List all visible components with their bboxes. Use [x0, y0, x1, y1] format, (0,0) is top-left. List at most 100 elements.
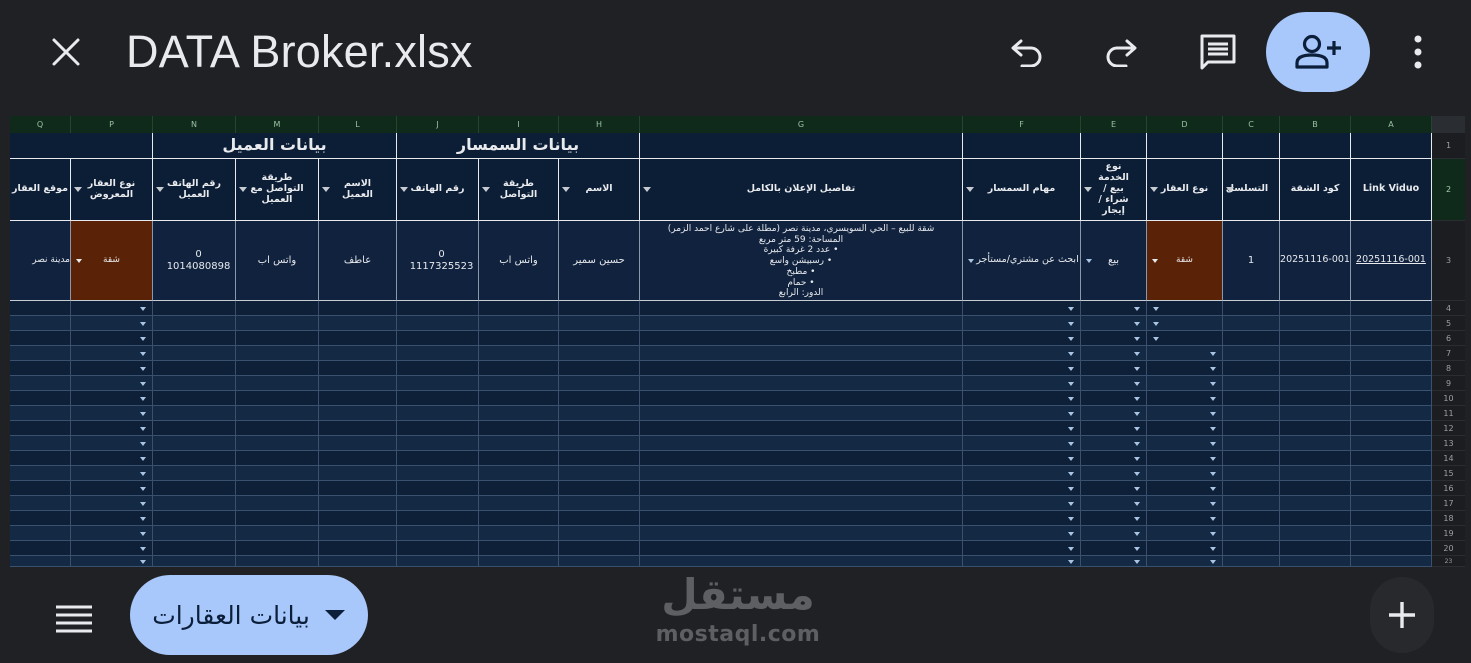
empty-cell[interactable] [1280, 361, 1351, 375]
dropdown-icon[interactable] [1152, 259, 1158, 263]
group-header-empty[interactable] [1223, 133, 1280, 159]
empty-cell[interactable] [559, 451, 640, 465]
empty-cell[interactable] [1351, 301, 1432, 315]
empty-cell[interactable] [1081, 361, 1147, 375]
cell-broker-contact-method[interactable]: واتس اب [479, 221, 559, 301]
empty-cell[interactable] [1081, 556, 1147, 566]
empty-cell[interactable] [10, 406, 71, 420]
empty-cell[interactable] [1147, 406, 1223, 420]
header-broker-phone[interactable]: رقم الهاتف [397, 159, 479, 221]
dropdown-icon[interactable] [140, 426, 146, 431]
column-header-j[interactable]: J [397, 116, 479, 133]
dropdown-icon[interactable] [1068, 321, 1074, 326]
dropdown-icon[interactable] [1068, 559, 1074, 564]
row-header[interactable]: 12 [1432, 421, 1465, 436]
empty-cell[interactable] [319, 466, 397, 480]
empty-cell[interactable] [236, 406, 319, 420]
empty-cell[interactable] [153, 316, 236, 330]
group-header-broker[interactable]: بيانات السمسار [397, 133, 640, 159]
empty-cell[interactable] [1280, 346, 1351, 360]
empty-cell[interactable] [397, 466, 479, 480]
empty-cell[interactable] [1081, 526, 1147, 540]
dropdown-icon[interactable] [1134, 516, 1140, 521]
dropdown-icon[interactable] [1210, 411, 1216, 416]
dropdown-icon[interactable] [1068, 426, 1074, 431]
dropdown-icon[interactable] [1153, 336, 1159, 341]
empty-cell[interactable] [71, 466, 153, 480]
row-header[interactable]: 18 [1432, 511, 1465, 526]
dropdown-icon[interactable] [1210, 426, 1216, 431]
empty-cell[interactable] [963, 556, 1081, 566]
header-video-link[interactable]: Link Viduo [1351, 159, 1432, 221]
header-client-phone[interactable]: رقم الهاتف العميل [153, 159, 236, 221]
empty-cell[interactable] [319, 316, 397, 330]
empty-cell[interactable] [1081, 451, 1147, 465]
row-header[interactable]: 17 [1432, 496, 1465, 511]
dropdown-icon[interactable] [1068, 351, 1074, 356]
empty-cell[interactable] [963, 496, 1081, 510]
dropdown-icon[interactable] [1210, 501, 1216, 506]
close-button[interactable] [38, 24, 94, 80]
empty-cell[interactable] [10, 556, 71, 566]
dropdown-icon[interactable] [1210, 381, 1216, 386]
empty-cell[interactable] [479, 451, 559, 465]
row-header[interactable]: 10 [1432, 391, 1465, 406]
empty-cell[interactable] [1081, 316, 1147, 330]
cell-client-name[interactable]: عاطف [319, 221, 397, 301]
row-header[interactable]: 5 [1432, 316, 1465, 331]
filter-icon[interactable] [239, 186, 247, 192]
empty-cell[interactable] [1081, 406, 1147, 420]
column-header-n[interactable]: N [153, 116, 236, 133]
more-options-button[interactable] [1388, 22, 1448, 82]
dropdown-icon[interactable] [140, 321, 146, 326]
empty-cell[interactable] [963, 481, 1081, 495]
row-header[interactable]: 13 [1432, 436, 1465, 451]
empty-cell[interactable] [319, 526, 397, 540]
header-property-type[interactable]: نوع العقار [1147, 159, 1223, 221]
dropdown-icon[interactable] [1134, 366, 1140, 371]
empty-cell[interactable] [153, 361, 236, 375]
empty-cell[interactable] [963, 436, 1081, 450]
empty-cell[interactable] [963, 526, 1081, 540]
empty-cell[interactable] [153, 391, 236, 405]
empty-cell[interactable] [153, 511, 236, 525]
cell-service-type[interactable]: بيع [1081, 221, 1147, 301]
empty-cell[interactable] [236, 481, 319, 495]
dropdown-icon[interactable] [1134, 456, 1140, 461]
dropdown-icon[interactable] [1068, 471, 1074, 476]
dropdown-icon[interactable] [1068, 531, 1074, 536]
empty-cell[interactable] [71, 346, 153, 360]
empty-cell[interactable] [397, 541, 479, 555]
empty-cell[interactable] [397, 376, 479, 390]
dropdown-icon[interactable] [1068, 486, 1074, 491]
empty-cell[interactable] [1147, 526, 1223, 540]
empty-cell[interactable] [236, 331, 319, 345]
row-header[interactable]: 14 [1432, 451, 1465, 466]
empty-cell[interactable] [397, 361, 479, 375]
dropdown-icon[interactable] [1134, 501, 1140, 506]
empty-cell[interactable] [963, 406, 1081, 420]
empty-cell[interactable] [71, 451, 153, 465]
empty-cell[interactable] [319, 361, 397, 375]
dropdown-icon[interactable] [140, 486, 146, 491]
cell-sequence[interactable]: 1 [1223, 221, 1280, 301]
empty-cell[interactable] [71, 316, 153, 330]
empty-cell[interactable] [559, 376, 640, 390]
filter-icon[interactable] [322, 186, 330, 192]
undo-button[interactable] [997, 22, 1057, 82]
dropdown-icon[interactable] [140, 306, 146, 311]
header-client-name[interactable]: الاسم العميل [319, 159, 397, 221]
dropdown-icon[interactable] [1068, 546, 1074, 551]
empty-cell[interactable] [397, 481, 479, 495]
cell-video-link[interactable]: 20251116-001 [1351, 221, 1432, 301]
filter-icon[interactable] [482, 186, 490, 192]
empty-cell[interactable] [10, 391, 71, 405]
empty-cell[interactable] [153, 346, 236, 360]
empty-cell[interactable] [71, 526, 153, 540]
empty-cell[interactable] [1280, 556, 1351, 566]
empty-cell[interactable] [1280, 406, 1351, 420]
empty-cell[interactable] [1280, 496, 1351, 510]
dropdown-icon[interactable] [140, 351, 146, 356]
dropdown-icon[interactable] [1134, 426, 1140, 431]
empty-cell[interactable] [1280, 331, 1351, 345]
